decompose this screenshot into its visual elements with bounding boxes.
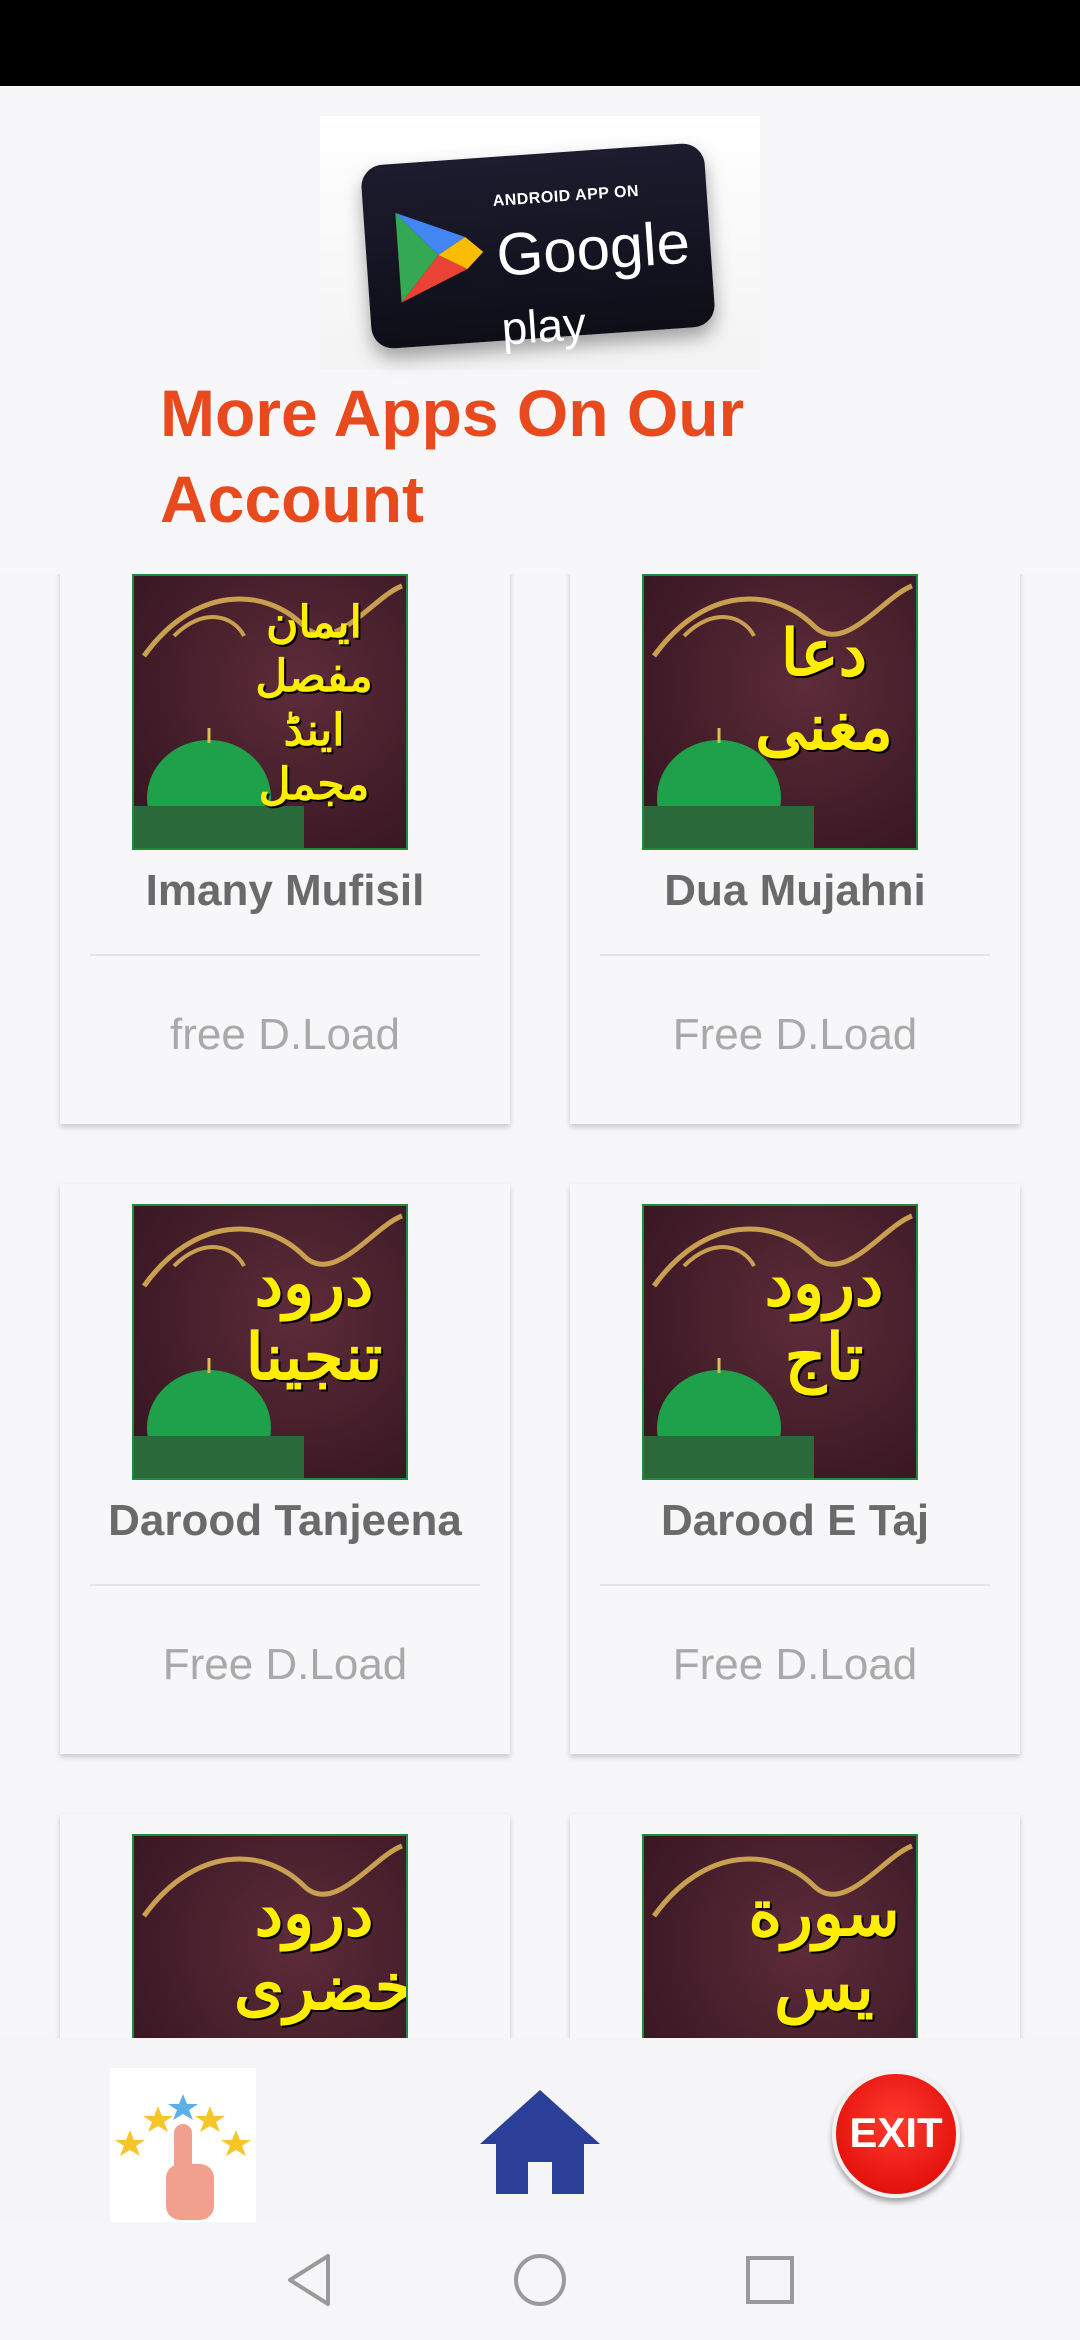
home-circle-icon[interactable]	[510, 2250, 570, 2310]
banner-brand: Google	[494, 208, 692, 289]
apps-grid[interactable]: ایمان مفصل اینڈ مجمل Imany Mufisil free …	[0, 574, 1080, 2038]
app-card[interactable]: دعا مغنی Dua Mujahni Free D.Load	[570, 574, 1020, 1124]
rate-app-button[interactable]	[110, 2068, 256, 2222]
banner-play: play	[499, 296, 588, 355]
download-button[interactable]: Free D.Load	[570, 1640, 1020, 1690]
card-divider	[90, 1584, 480, 1586]
exit-button[interactable]: EXIT	[832, 2070, 960, 2198]
app-card[interactable]: سورة يس	[570, 1814, 1020, 2038]
section-title: More Apps On Our Account	[160, 376, 745, 536]
recents-square-icon[interactable]	[740, 2250, 800, 2310]
google-play-badge: ANDROID APP ON Google play	[360, 142, 716, 355]
app-art-text: درود تاج	[764, 1247, 884, 1393]
app-card[interactable]: ایمان مفصل اینڈ مجمل Imany Mufisil free …	[60, 574, 510, 1124]
app-icon-image: درود تاج	[642, 1204, 918, 1480]
app-card[interactable]: درود تاج Darood E Taj Free D.Load	[570, 1184, 1020, 1754]
app-art-text: درود تنجینا	[245, 1247, 383, 1393]
download-button[interactable]: free D.Load	[60, 1010, 510, 1060]
app-title: Darood E Taj	[660, 1496, 930, 1545]
home-icon[interactable]	[476, 2086, 604, 2198]
system-nav-bar	[0, 2222, 1080, 2340]
download-button[interactable]: Free D.Load	[60, 1640, 510, 1690]
app-icon-image: درود خضری	[132, 1834, 408, 2038]
app-icon-image: ایمان مفصل اینڈ مجمل	[132, 574, 408, 850]
app-art-text: سورة يس	[748, 1877, 900, 2023]
google-play-banner[interactable]: ANDROID APP ON Google play	[320, 116, 760, 370]
banner-small-text: ANDROID APP ON	[492, 182, 640, 211]
app-icon-image: دعا مغنی	[642, 574, 918, 850]
download-button[interactable]: Free D.Load	[570, 1010, 1020, 1060]
app-card[interactable]: درود خضری	[60, 1814, 510, 2038]
status-bar	[0, 0, 1080, 86]
app-title: Dua Mujahni	[664, 866, 926, 915]
app-icon-image: سورة يس	[642, 1834, 918, 2038]
banner-brand-text: Google play	[494, 206, 717, 359]
app-art-text: درود خضری	[234, 1877, 408, 2023]
card-divider	[600, 1584, 990, 1586]
play-triangle-icon	[395, 212, 484, 303]
back-triangle-icon[interactable]	[280, 2250, 340, 2310]
app-icon-image: درود تنجینا	[132, 1204, 408, 1480]
app-art-text: ایمان مفصل اینڈ مجمل	[255, 598, 373, 809]
rate-stars-hand-icon	[115, 2094, 251, 2220]
card-divider	[600, 954, 990, 956]
app-card[interactable]: درود تنجینا Darood Tanjeena Free D.Load	[60, 1184, 510, 1754]
app-title: Darood Tanjeena	[108, 1496, 462, 1545]
app-art-text: دعا مغنی	[755, 617, 893, 763]
card-divider	[90, 954, 480, 956]
app-title: Imany Mufisil	[145, 866, 425, 915]
